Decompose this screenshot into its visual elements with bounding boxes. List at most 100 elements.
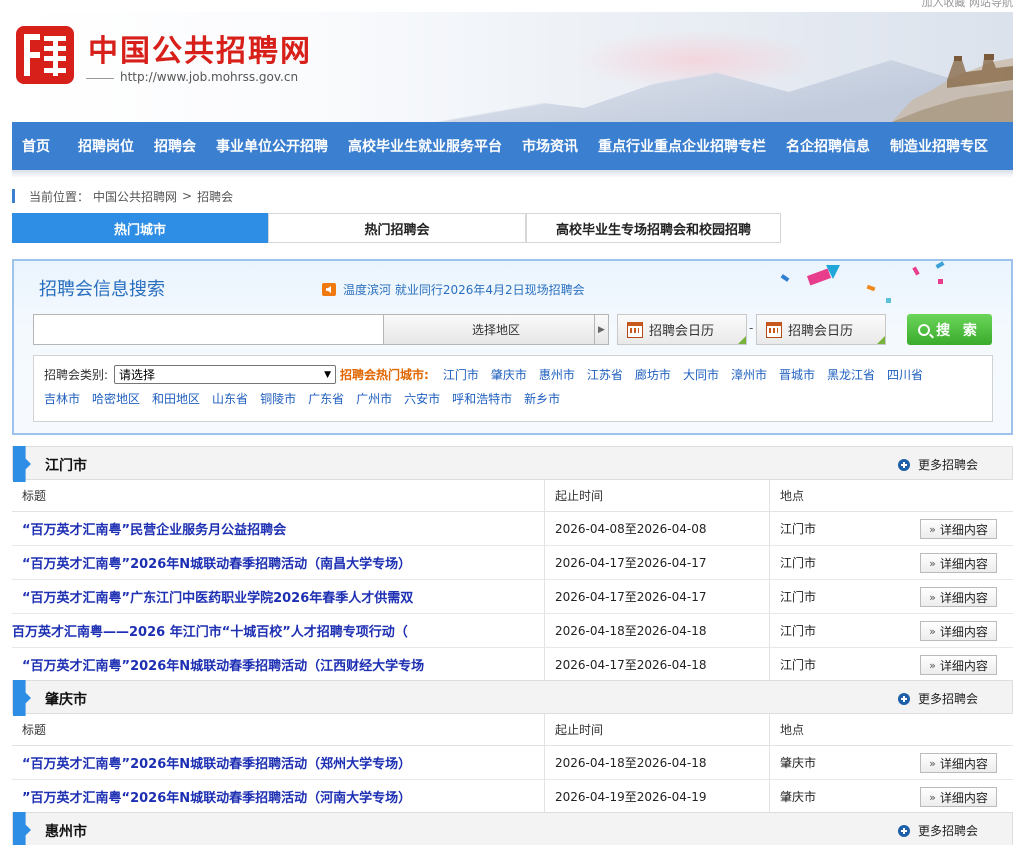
nav-manufacturing[interactable]: 制造业招聘专区 bbox=[880, 136, 998, 156]
nav-famous-companies[interactable]: 名企招聘信息 bbox=[776, 136, 880, 156]
hot-city-link[interactable]: 和田地区 bbox=[152, 390, 200, 407]
fair-place: 江门市 bbox=[780, 624, 817, 638]
hot-city-link[interactable]: 江苏省 bbox=[587, 366, 623, 383]
hot-city-link[interactable]: 漳州市 bbox=[731, 366, 767, 383]
nav-public-institutions[interactable]: 事业单位公开招聘 bbox=[206, 136, 338, 156]
search-panel: 招聘会信息搜索 温度滨河 就业同行2026年4月2日现场招聘会 选择地区 ▶ 招… bbox=[12, 259, 1013, 435]
confetti-decoration bbox=[938, 279, 943, 284]
confetti-decoration bbox=[886, 298, 891, 303]
hot-city-link[interactable]: 大同市 bbox=[683, 366, 719, 383]
site-header: 中国公共招聘网 http://www.job.mohrss.gov.cn bbox=[12, 12, 1013, 122]
detail-button[interactable]: » 详细内容 bbox=[920, 587, 997, 607]
col-time-header: 起止时间 bbox=[544, 714, 769, 745]
breadcrumb-separator: > bbox=[182, 189, 193, 203]
table-row: 百万英才汇南粤——2026 年江门市“十城百校”人才招聘专项行动（ 2026-0… bbox=[12, 614, 1013, 648]
site-title[interactable]: 中国公共招聘网 bbox=[88, 26, 312, 70]
site-url: http://www.job.mohrss.gov.cn bbox=[85, 70, 299, 84]
table-row: ”百万英才汇南粤“2026年N城联动春季招聘活动（河南大学专场） 2026-04… bbox=[12, 780, 1013, 814]
fair-title-link[interactable]: “百万英才汇南粤”2026年N城联动春季招聘活动（南昌大学专场） bbox=[12, 553, 544, 572]
region-select-label: 选择地区 bbox=[471, 323, 520, 337]
calendar-start-label: 招聘会日历 bbox=[649, 324, 715, 339]
detail-button-label: 详细内容 bbox=[939, 522, 988, 537]
keyword-input[interactable] bbox=[33, 314, 385, 345]
detail-button[interactable]: » 详细内容 bbox=[920, 655, 997, 675]
nav-graduate-platform[interactable]: 高校毕业生就业服务平台 bbox=[338, 136, 512, 156]
calendar-end-label: 招聘会日历 bbox=[788, 324, 854, 339]
notice-banner[interactable]: 温度滨河 就业同行2026年4月2日现场招聘会 bbox=[322, 281, 585, 298]
fair-title-link[interactable]: “百万英才汇南粤”2026年N城联动春季招聘活动（江西财经大学专场 bbox=[12, 655, 544, 674]
chevron-down-icon: ▼ bbox=[324, 369, 332, 380]
more-fairs-link[interactable]: 更多招聘会 bbox=[898, 690, 978, 707]
fair-title-link[interactable]: “百万英才汇南粤”2026年N城联动春季招聘活动（郑州大学专场） bbox=[12, 753, 544, 772]
hot-city-link[interactable]: 新乡市 bbox=[524, 390, 560, 407]
col-place-header: 地点 bbox=[769, 714, 1013, 745]
fair-title-link[interactable]: “百万英才汇南粤”广东江门中医药职业学院2026年春季人才供需双 bbox=[12, 587, 544, 606]
double-chevron-right-icon: » bbox=[929, 522, 936, 536]
double-chevron-right-icon: » bbox=[929, 790, 936, 804]
hot-city-link[interactable]: 黑龙江省 bbox=[827, 366, 875, 383]
hot-city-link[interactable]: 六安市 bbox=[404, 390, 440, 407]
breadcrumb-prefix: 当前位置： bbox=[29, 189, 90, 204]
date-range-separator: - bbox=[749, 321, 754, 335]
confetti-decoration bbox=[912, 266, 920, 276]
category-select[interactable]: 请选择 ▼ bbox=[114, 365, 337, 384]
col-time-header: 起止时间 bbox=[544, 480, 769, 511]
detail-button[interactable]: » 详细内容 bbox=[920, 553, 997, 573]
tab-graduate-fairs[interactable]: 高校毕业生专场招聘会和校园招聘 bbox=[526, 213, 781, 243]
start-date-calendar-button[interactable]: 招聘会日历 bbox=[617, 314, 747, 345]
nav-shadow bbox=[12, 170, 1013, 178]
hot-city-link[interactable]: 肇庆市 bbox=[491, 366, 527, 383]
plus-circle-icon bbox=[898, 458, 910, 471]
more-fairs-label: 更多招聘会 bbox=[918, 692, 979, 706]
more-fairs-link[interactable]: 更多招聘会 bbox=[898, 822, 978, 839]
chevron-right-icon: ▶ bbox=[594, 315, 608, 344]
hot-city-link[interactable]: 吉林市 bbox=[44, 390, 80, 407]
detail-button-label: 详细内容 bbox=[939, 590, 988, 605]
logo-pin-icon[interactable] bbox=[16, 26, 74, 84]
fair-title-link[interactable]: ”百万英才汇南粤“2026年N城联动春季招聘活动（河南大学专场） bbox=[12, 787, 544, 806]
notice-text[interactable]: 温度滨河 就业同行2026年4月2日现场招聘会 bbox=[343, 281, 585, 298]
hot-city-link[interactable]: 呼和浩特市 bbox=[452, 390, 512, 407]
fair-title-link[interactable]: “百万英才汇南粤”民营企业服务月公益招聘会 bbox=[12, 519, 544, 538]
table-row: “百万英才汇南粤”民营企业服务月公益招聘会 2026-04-08至2026-04… bbox=[12, 512, 1013, 546]
hot-city-link[interactable]: 四川省 bbox=[887, 366, 923, 383]
hot-city-link[interactable]: 晋城市 bbox=[779, 366, 815, 383]
region-select-button[interactable]: 选择地区 ▶ bbox=[383, 314, 609, 345]
tab-hot-fairs[interactable]: 热门招聘会 bbox=[268, 213, 526, 243]
fair-title-link[interactable]: 百万英才汇南粤——2026 年江门市“十城百校”人才招聘专项行动（ bbox=[12, 621, 544, 640]
nav-home[interactable]: 首页 bbox=[12, 136, 68, 156]
fair-time: 2026-04-17至2026-04-18 bbox=[544, 648, 769, 681]
nav-market-info[interactable]: 市场资讯 bbox=[512, 136, 588, 156]
tab-hot-cities[interactable]: 热门城市 bbox=[12, 213, 268, 243]
hot-city-link[interactable]: 廊坊市 bbox=[635, 366, 671, 383]
section-city-name: 惠州市 bbox=[45, 824, 87, 840]
fair-place: 肇庆市 bbox=[780, 756, 817, 770]
plus-circle-icon bbox=[898, 824, 910, 837]
end-date-calendar-button[interactable]: 招聘会日历 bbox=[756, 314, 886, 345]
top-links[interactable]: 加入收藏 网站导航 bbox=[922, 0, 1013, 10]
nav-key-industries[interactable]: 重点行业重点企业招聘专栏 bbox=[588, 136, 776, 156]
double-chevron-right-icon: » bbox=[929, 756, 936, 770]
hot-city-link[interactable]: 山东省 bbox=[212, 390, 248, 407]
fair-place: 江门市 bbox=[780, 522, 817, 536]
hot-city-link[interactable]: 哈密地区 bbox=[92, 390, 140, 407]
search-button[interactable]: 搜 索 bbox=[907, 314, 992, 345]
detail-button[interactable]: » 详细内容 bbox=[920, 753, 997, 773]
detail-button[interactable]: » 详细内容 bbox=[920, 519, 997, 539]
hot-city-link[interactable]: 广州市 bbox=[356, 390, 392, 407]
more-fairs-link[interactable]: 更多招聘会 bbox=[898, 456, 978, 473]
hot-city-link[interactable]: 惠州市 bbox=[539, 366, 575, 383]
hot-city-link[interactable]: 江门市 bbox=[443, 366, 479, 383]
section-flag-icon bbox=[13, 680, 31, 716]
breadcrumb-current: 招聘会 bbox=[197, 189, 234, 204]
fair-place-cell: 肇庆市 » 详细内容 bbox=[769, 746, 1013, 779]
nav-job-fairs[interactable]: 招聘会 bbox=[144, 136, 206, 156]
hot-city-link[interactable]: 铜陵市 bbox=[260, 390, 296, 407]
detail-button[interactable]: » 详细内容 bbox=[920, 621, 997, 641]
nav-jobs[interactable]: 招聘岗位 bbox=[68, 136, 144, 156]
hot-city-link[interactable]: 广东省 bbox=[308, 390, 344, 407]
city-section: 江门市 更多招聘会 标题 起止时间 地点 “百万英才汇南粤”民营企业服务月公益招… bbox=[12, 446, 1013, 682]
breadcrumb-home-link[interactable]: 中国公共招聘网 bbox=[93, 188, 177, 205]
detail-button[interactable]: » 详细内容 bbox=[920, 787, 997, 807]
detail-button-label: 详细内容 bbox=[939, 756, 988, 771]
